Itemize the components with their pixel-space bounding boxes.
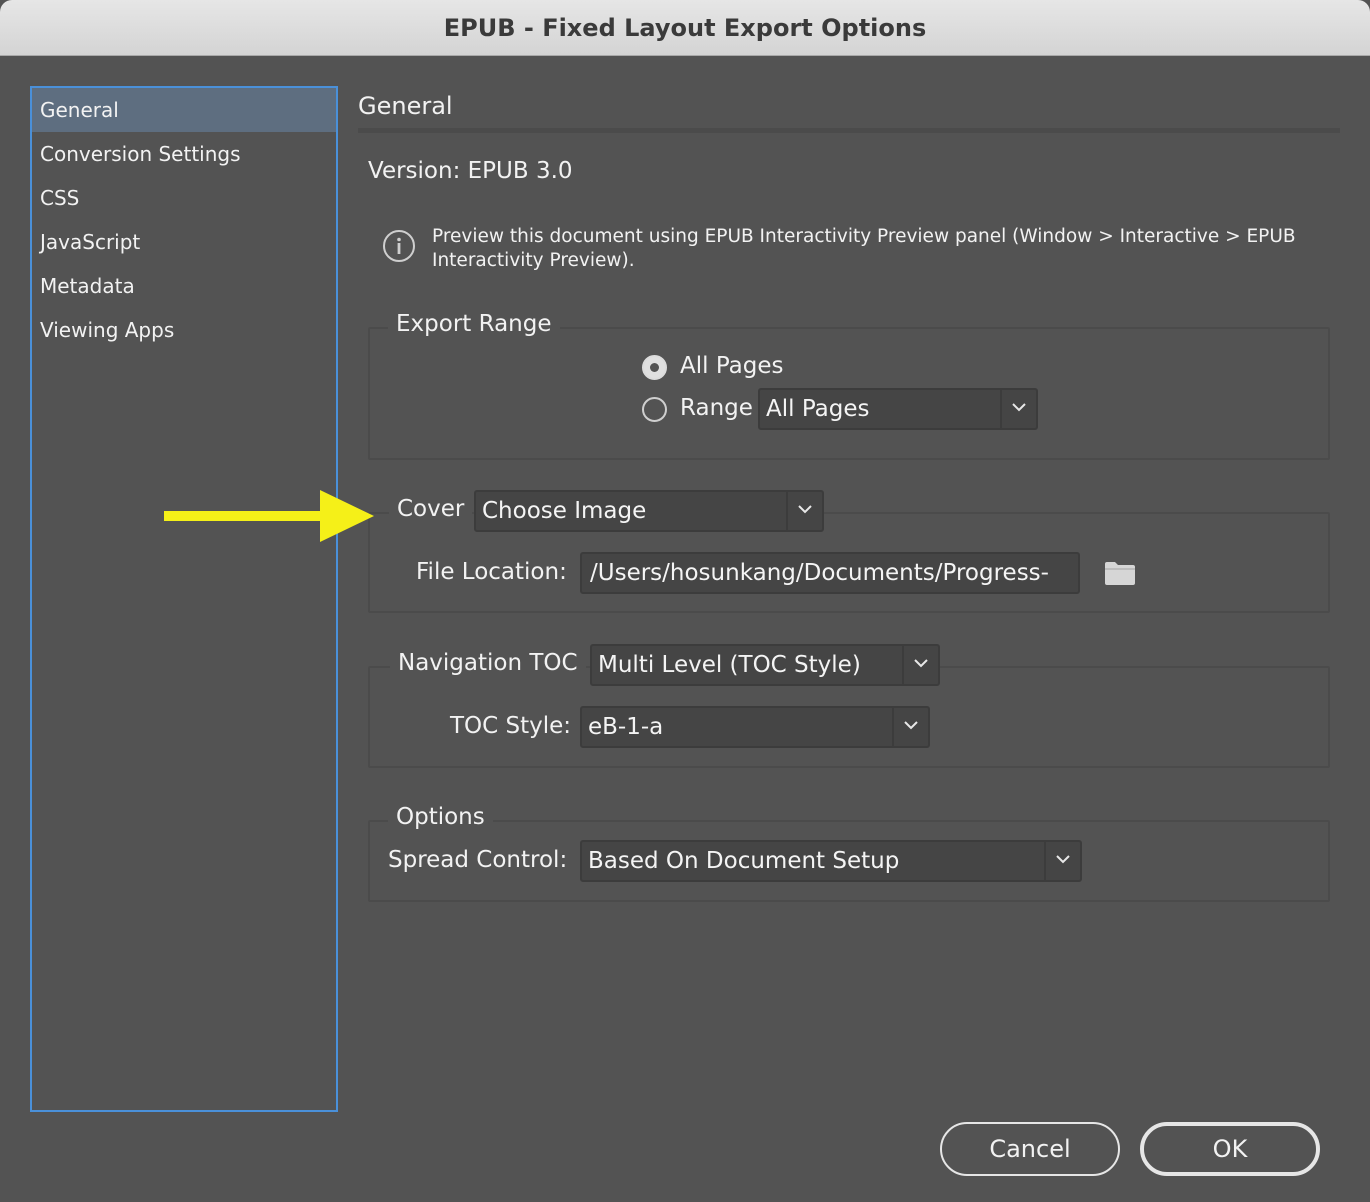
file-location-field[interactable]: /Users/hosunkang/Documents/Progress- — [580, 552, 1080, 594]
sidebar-item-css[interactable]: CSS — [32, 176, 336, 220]
all-pages-radio[interactable] — [642, 355, 667, 380]
navigation-toc-legend: Navigation TOC — [390, 650, 586, 676]
spread-control-value: Based On Document Setup — [588, 848, 900, 874]
sidebar-item-conversion-settings[interactable]: Conversion Settings — [32, 132, 336, 176]
title-bar: EPUB - Fixed Layout Export Options — [0, 0, 1370, 56]
spread-control-dropdown[interactable]: Based On Document Setup — [580, 840, 1082, 882]
toc-style-dropdown[interactable]: eB-1-a — [580, 706, 930, 748]
cover-legend: Cover — [389, 496, 473, 522]
window-title: EPUB - Fixed Layout Export Options — [443, 13, 927, 42]
sidebar-item-viewing-apps[interactable]: Viewing Apps — [32, 308, 336, 352]
options-legend: Options — [388, 804, 493, 830]
cancel-button[interactable]: Cancel — [940, 1122, 1120, 1176]
chevron-down-icon[interactable] — [1000, 390, 1036, 428]
toc-style-label: TOC Style: — [450, 713, 572, 739]
folder-icon[interactable] — [1104, 560, 1136, 586]
sidebar-item-metadata[interactable]: Metadata — [32, 264, 336, 308]
sidebar-item-general[interactable]: General — [32, 88, 336, 132]
section-divider — [358, 128, 1340, 133]
section-title: General — [358, 92, 453, 120]
chevron-down-icon[interactable] — [892, 708, 928, 746]
export-range-legend: Export Range — [388, 311, 560, 337]
range-dropdown[interactable]: All Pages — [758, 388, 1038, 430]
range-dropdown-value: All Pages — [766, 396, 870, 422]
cover-dropdown[interactable]: Choose Image — [474, 490, 824, 532]
file-location-label: File Location: — [416, 559, 567, 585]
all-pages-label[interactable]: All Pages — [680, 353, 784, 379]
toc-style-value: eB-1-a — [588, 714, 664, 740]
chevron-down-icon[interactable] — [786, 492, 822, 530]
range-label[interactable]: Range — [680, 395, 753, 421]
file-location-value: /Users/hosunkang/Documents/Progress- — [590, 560, 1049, 586]
version-label: Version: EPUB 3.0 — [368, 158, 573, 184]
sidebar-item-javascript[interactable]: JavaScript — [32, 220, 336, 264]
chevron-down-icon[interactable] — [1044, 842, 1080, 880]
ok-button[interactable]: OK — [1140, 1122, 1320, 1176]
navigation-toc-dropdown[interactable]: Multi Level (TOC Style) — [590, 644, 940, 686]
navigation-toc-value: Multi Level (TOC Style) — [598, 652, 861, 678]
spread-control-label: Spread Control: — [388, 847, 568, 873]
cover-dropdown-value: Choose Image — [482, 498, 647, 524]
annotation-arrow-icon — [164, 490, 374, 542]
range-radio[interactable] — [642, 397, 667, 422]
info-message: Preview this document using EPUB Interac… — [432, 226, 1296, 271]
sidebar: General Conversion Settings CSS JavaScri… — [30, 86, 338, 1112]
chevron-down-icon[interactable] — [902, 646, 938, 684]
info-icon — [383, 230, 415, 262]
